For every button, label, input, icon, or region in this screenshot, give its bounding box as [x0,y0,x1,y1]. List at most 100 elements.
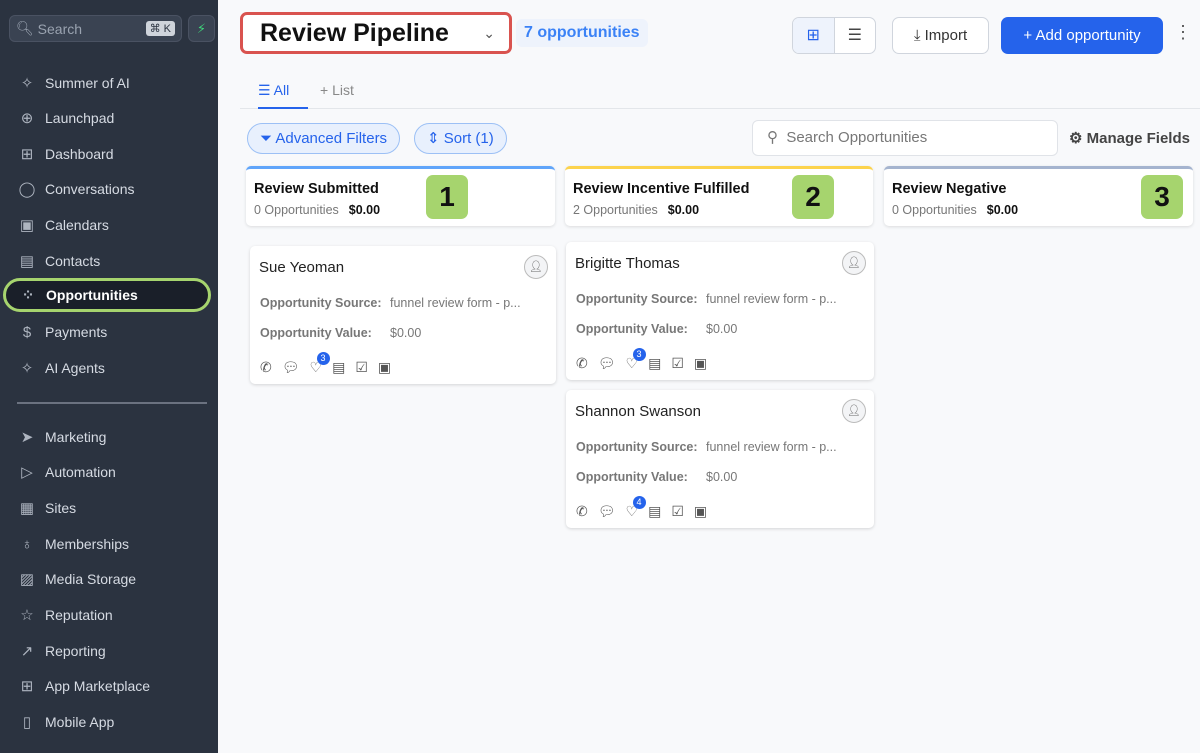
stage-value: $0.00 [986,203,1019,217]
sidebar-item-ai-agents[interactable]: ✧ AI Agents [0,351,218,385]
search-opportunities-input[interactable]: ⚲ Search Opportunities [752,120,1058,156]
task-icon[interactable]: ☑ [671,355,684,372]
chevron-down-icon: ⌄ [483,24,495,41]
mobile-icon: ▯ [22,714,32,731]
tag-count-badge: 4 [632,496,646,509]
sidebar-item-app-marketplace[interactable]: ⊞ App Marketplace [0,669,218,703]
step-marker: 3 [1141,175,1183,219]
sidebar-item-reporting[interactable]: ↗ Reporting [0,634,218,668]
phone-icon[interactable]: ✆ [576,355,588,372]
stage-column-header: Review Submitted 0 Opportunities $0.00 1 [246,166,555,226]
stage-column-header: Review Incentive Fulfilled 2 Opportunitie… [565,166,873,226]
sidebar-item-mobile-app[interactable]: ▯ Mobile App [0,705,218,739]
opportunity-card[interactable]: Shannon Swanson 👤︎ Opportunity Source: fu… [566,390,874,528]
sidebar-item-memberships[interactable]: ♁ Memberships [0,527,218,561]
calendar-icon: ▣ [19,217,35,234]
bolt-icon[interactable]: ⚡︎ [188,15,215,42]
tag-count-badge: 3 [632,348,646,361]
automation-icon: ▷ [21,464,33,481]
note-icon[interactable]: ▤ [648,503,661,520]
sidebar-item-contacts[interactable]: ▤ Contacts [0,244,218,278]
stage-count: 2 Opportunities [573,203,658,217]
sidebar-item-opportunities[interactable]: ⁘ Opportunities [3,278,211,312]
image-icon: ▨ [19,571,35,588]
opportunity-value: $0.00 [706,470,738,484]
opportunity-card[interactable]: Brigitte Thomas 👤︎ Opportunity Source: fu… [566,242,874,380]
sort-icon: ⇕ [427,130,444,147]
appointment-icon[interactable]: ▣ [694,503,707,520]
source-label: Opportunity Source: [576,440,698,454]
task-icon[interactable]: ☑ [355,359,368,376]
sidebar-item-payments[interactable]: $ Payments [0,315,218,349]
sidebar-item-summer-of-ai[interactable]: ✧ Summer of AI [0,66,218,100]
advanced-filters-button[interactable]: ⏷ Advanced Filters [247,123,401,154]
manage-fields-button[interactable]: ⚙ Manage Fields [1069,129,1190,147]
stage-title: Review Submitted [254,181,379,197]
contacts-icon: ▤ [19,253,35,270]
source-value: funnel review form - p... [390,296,521,310]
sidebar: 🔍︎ Search ⌘ K ⚡︎ ✧ Summer of AI ⊕ Launchpad ⊞… [0,0,218,753]
grid-icon: ⊞ [20,146,34,163]
sort-button[interactable]: ⇕ Sort (1) [414,123,507,154]
tab-add-list[interactable]: + List [320,82,354,98]
sidebar-item-calendars[interactable]: ▣ Calendars [0,208,218,242]
assign-user-icon[interactable]: 👤︎ [842,399,866,423]
phone-icon[interactable]: ✆ [260,359,272,376]
appointment-icon[interactable]: ▣ [378,359,391,376]
download-icon: ⤓ [913,27,925,44]
step-marker: 1 [426,175,468,219]
appointment-icon[interactable]: ▣ [694,355,707,372]
assign-user-icon[interactable]: 👤︎ [524,255,548,279]
sidebar-item-sites[interactable]: ▦ Sites [0,491,218,525]
value-label: Opportunity Value: [576,322,688,336]
grid-view-button[interactable]: ⊞ [793,18,835,53]
opportunities-icon: ⁘ [21,287,35,304]
award-icon: ♁ [21,535,33,553]
source-value: funnel review form - p... [706,292,837,306]
pipeline-select[interactable]: Review Pipeline ⌄ [240,12,512,54]
more-options-icon[interactable]: ⋮ [1174,22,1192,43]
tag-icon[interactable]: ♡ 3 [310,352,330,376]
add-opportunity-button[interactable]: + Add opportunity [1001,17,1163,54]
tag-icon[interactable]: ♡ 3 [626,348,646,372]
shortcut-badge: ⌘ K [145,21,175,36]
opportunity-value: $0.00 [706,322,738,336]
stage-value: $0.00 [667,203,700,217]
sidebar-item-launchpad[interactable]: ⊕ Launchpad [0,101,218,135]
source-label: Opportunity Source: [260,296,382,310]
import-button[interactable]: ⤓ Import [892,17,989,54]
stage-count: 0 Opportunities [892,203,977,217]
tab-all[interactable]: ☰ All [258,82,308,109]
chat-icon[interactable]: 💬︎ [598,355,616,372]
task-icon[interactable]: ☑ [671,503,684,520]
sidebar-search[interactable]: 🔍︎ Search ⌘ K [9,15,182,42]
sidebar-item-marketing[interactable]: ➤ Marketing [0,420,218,454]
value-label: Opportunity Value: [260,326,372,340]
assign-user-icon[interactable]: 👤︎ [842,251,866,275]
sidebar-item-media-storage[interactable]: ▨ Media Storage [0,562,218,596]
send-icon: ➤ [20,429,34,446]
opportunity-count: 7 opportunities [516,19,648,47]
value-label: Opportunity Value: [576,470,688,484]
sidebar-item-automation[interactable]: ▷ Automation [0,455,218,489]
list-view-button[interactable]: ☰ [835,18,876,53]
opportunity-card[interactable]: Sue Yeoman 👤︎ Opportunity Source: funnel … [250,246,556,384]
sidebar-item-conversations[interactable]: ◯ Conversations [0,172,218,206]
sidebar-item-reputation[interactable]: ☆ Reputation [0,598,218,632]
note-icon[interactable]: ▤ [332,359,345,376]
sites-icon: ▦ [19,500,35,517]
stage-column-header: Review Negative 0 Opportunities $0.00 3 [884,166,1193,226]
contact-name: Shannon Swanson [575,403,701,420]
phone-icon[interactable]: ✆ [576,503,588,520]
source-value: funnel review form - p... [706,440,837,454]
gear-icon: ⚙ [1069,130,1087,147]
contact-name: Brigitte Thomas [575,255,680,272]
sidebar-item-dashboard[interactable]: ⊞ Dashboard [0,137,218,171]
step-marker: 2 [792,175,834,219]
chat-icon[interactable]: 💬︎ [282,359,300,376]
note-icon[interactable]: ▤ [648,355,661,372]
sparkle-icon: ✧ [20,75,34,92]
sparkle-icon: ✧ [20,360,34,377]
tag-icon[interactable]: ♡ 4 [626,496,646,520]
chat-icon[interactable]: 💬︎ [598,503,616,520]
